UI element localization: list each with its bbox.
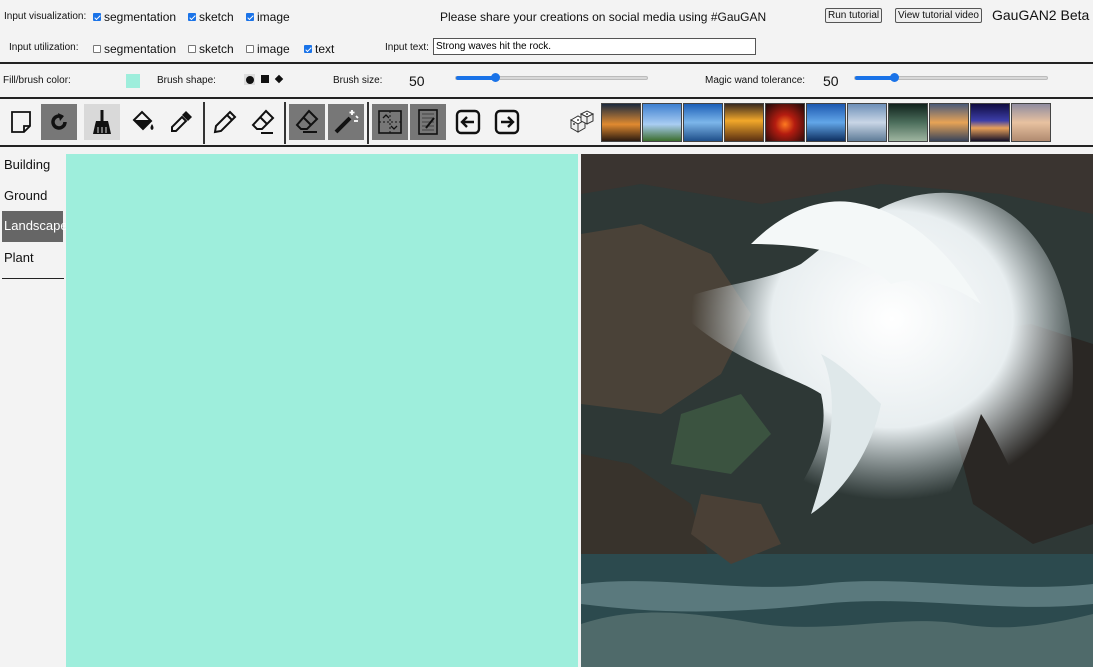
category-list-divider: [2, 278, 64, 279]
viz-segmentation-label: segmentation: [104, 10, 177, 24]
input-visualization-label: Input visualization:: [4, 11, 87, 22]
sketch-eraser-button[interactable]: [245, 104, 281, 140]
share-message: Please share your creations on social me…: [440, 10, 767, 24]
style-thumbnail-green-night-lake[interactable]: [888, 103, 928, 142]
brush-shape-diamond[interactable]: [274, 74, 284, 84]
wand-tolerance-value: 50: [823, 73, 839, 89]
util-text-label: text: [315, 42, 335, 56]
util-sketch-checkbox[interactable]: sketch: [188, 42, 234, 56]
toolbar-separator: [203, 102, 205, 144]
util-image-label: image: [257, 42, 290, 56]
previous-button[interactable]: [450, 104, 486, 140]
input-text-field[interactable]: [433, 38, 756, 55]
category-building[interactable]: Building: [2, 150, 63, 181]
segmentation-layer-button[interactable]: [372, 104, 408, 140]
circle-shape-icon: [245, 75, 254, 84]
util-image-checkbox[interactable]: image: [246, 42, 290, 56]
slider-thumb[interactable]: [890, 73, 899, 82]
segmentation-layer-icon: [378, 110, 402, 134]
brush-shape-label: Brush shape:: [157, 75, 216, 86]
fill-bucket-button[interactable]: [124, 104, 160, 140]
category-landscape[interactable]: Landscape: [2, 211, 68, 242]
sketch-layer-icon: [418, 109, 438, 135]
category-ground[interactable]: Ground: [2, 181, 63, 212]
style-thumbnail-orange-sunset-sea[interactable]: [724, 103, 764, 142]
slider-fill: [855, 76, 894, 80]
fill-color-swatch[interactable]: [126, 74, 140, 88]
toolbar-separator: [284, 102, 286, 144]
sketch-eraser-icon: [251, 109, 275, 134]
style-thumbnail-red-sunset-sky[interactable]: [765, 103, 805, 142]
style-thumbnail-blue-sky-sea[interactable]: [683, 103, 723, 142]
magic-wand-icon: [334, 110, 359, 134]
util-sketch-label: sketch: [199, 42, 234, 56]
style-thumbnail-blue-lake-trees[interactable]: [806, 103, 846, 142]
viz-image-label: image: [257, 10, 290, 24]
brush-size-value: 50: [409, 73, 425, 89]
checkbox-checked-icon: [246, 13, 254, 21]
util-text-checkbox[interactable]: text: [304, 42, 334, 56]
style-thumbnail-blue-sky-road[interactable]: [642, 103, 682, 142]
divider: [0, 62, 1093, 64]
checkbox-checked-icon: [93, 13, 101, 21]
style-thumbnail-pastel-sunset[interactable]: [1011, 103, 1051, 142]
fill-bucket-icon: [132, 110, 154, 131]
viz-image-checkbox[interactable]: image: [246, 10, 290, 24]
new-page-button[interactable]: [3, 104, 39, 140]
undo-button[interactable]: [41, 104, 77, 140]
pencil-icon: [213, 110, 237, 134]
slider-thumb[interactable]: [491, 73, 500, 82]
util-segmentation-label: segmentation: [104, 42, 177, 56]
brush-icon: [93, 110, 111, 134]
util-segmentation-checkbox[interactable]: segmentation: [93, 42, 176, 56]
next-button[interactable]: [489, 104, 525, 140]
viz-sketch-label: sketch: [199, 10, 234, 24]
undo-icon: [51, 113, 67, 130]
style-thumbnail-purple-dusk[interactable]: [970, 103, 1010, 142]
input-utilization-label: Input utilization:: [9, 42, 79, 53]
checkbox-checked-icon: [188, 13, 196, 21]
pencil-button[interactable]: [207, 104, 243, 140]
new-page-icon: [11, 111, 31, 133]
random-style-button[interactable]: [563, 104, 599, 140]
magic-wand-button[interactable]: [328, 104, 364, 140]
eraser-icon: [295, 109, 319, 133]
eyedropper-button[interactable]: [163, 104, 199, 140]
slider-fill: [456, 76, 495, 80]
style-thumbnail-cloudy-sea[interactable]: [847, 103, 887, 142]
style-thumbnail-sunset-lake[interactable]: [601, 103, 641, 142]
waves-hitting-rocks-image: [581, 154, 1093, 667]
category-plant[interactable]: Plant: [2, 243, 63, 274]
checkbox-unchecked-icon: [188, 45, 196, 53]
sketch-layer-button[interactable]: [410, 104, 446, 140]
brush-shape-circle[interactable]: [244, 74, 255, 85]
style-thumbnail-golden-clouds[interactable]: [929, 103, 969, 142]
divider: [0, 145, 1093, 147]
fill-color-label: Fill/brush color:: [3, 75, 71, 86]
viz-segmentation-checkbox[interactable]: segmentation: [93, 10, 176, 24]
divider: [0, 97, 1093, 99]
output-image: [581, 154, 1093, 667]
checkbox-checked-icon: [304, 45, 312, 53]
eraser-button[interactable]: [289, 104, 325, 140]
brush-button[interactable]: [84, 104, 120, 140]
run-tutorial-button[interactable]: Run tutorial: [825, 8, 883, 23]
input-text-label: Input text:: [385, 42, 429, 53]
segmentation-canvas[interactable]: [66, 154, 578, 667]
app-title: GauGAN2 Beta: [992, 7, 1090, 23]
wand-tolerance-slider[interactable]: [854, 73, 1048, 82]
eyedropper-icon: [171, 111, 192, 132]
random-dice-icon: [569, 110, 595, 133]
toolbar-separator: [367, 102, 369, 144]
view-tutorial-video-button[interactable]: View tutorial video: [895, 8, 982, 23]
brush-shape-square[interactable]: [261, 75, 269, 83]
arrow-left-icon: [455, 109, 481, 135]
arrow-right-icon: [494, 109, 520, 135]
viz-sketch-checkbox[interactable]: sketch: [188, 10, 234, 24]
brush-size-slider[interactable]: [455, 73, 648, 82]
brush-size-label: Brush size:: [333, 75, 383, 86]
checkbox-unchecked-icon: [93, 45, 101, 53]
wand-tolerance-label: Magic wand tolerance:: [705, 75, 806, 86]
checkbox-unchecked-icon: [246, 45, 254, 53]
